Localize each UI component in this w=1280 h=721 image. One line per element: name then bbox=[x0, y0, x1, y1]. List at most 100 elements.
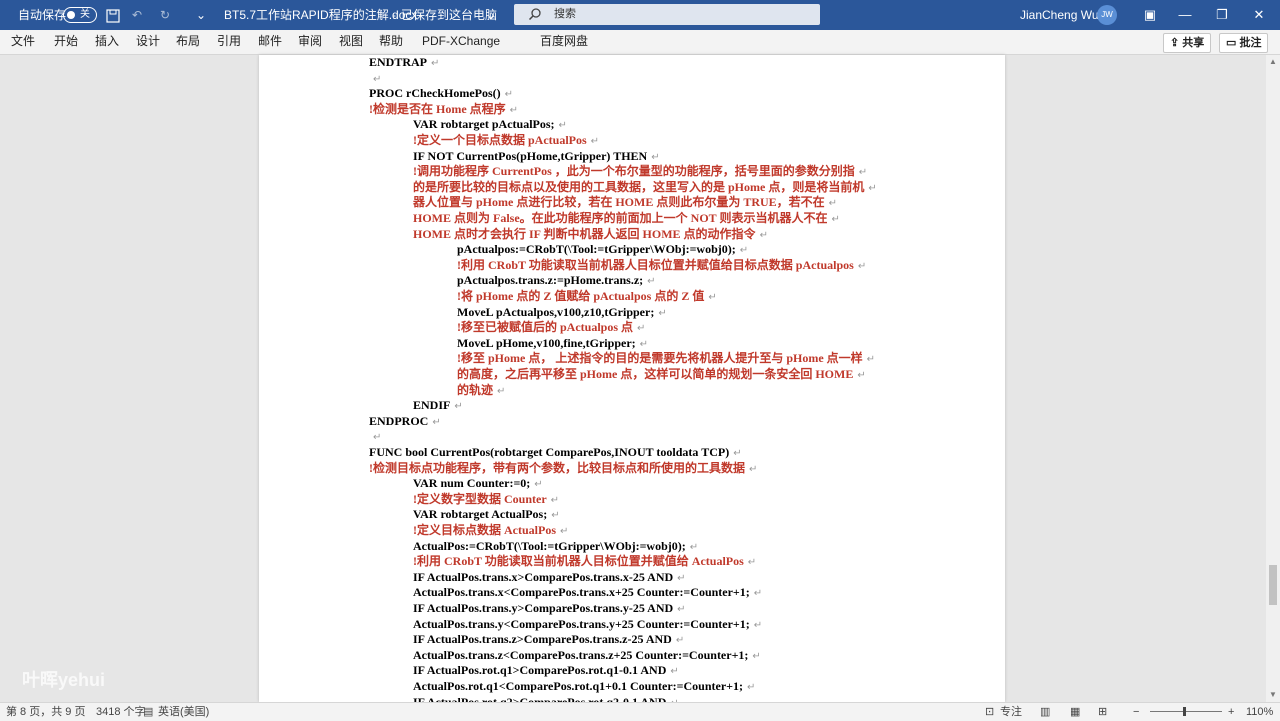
tab-help[interactable]: 帮助 bbox=[379, 30, 403, 52]
zoom-level[interactable]: 110% bbox=[1246, 703, 1273, 721]
tab-file[interactable]: 文件 bbox=[11, 30, 35, 52]
paragraph-mark-icon: ↵ bbox=[677, 572, 686, 584]
ribbon-display-options-icon[interactable]: ▣ bbox=[1135, 0, 1165, 30]
line-text: !利用 CRobT 功能读取当前机器人目标位置并赋值给目标点数据 pActual… bbox=[457, 257, 854, 272]
paragraph-mark-icon: ↵ bbox=[866, 354, 876, 366]
tab-baidu-netdisk[interactable]: 百度网盘 bbox=[540, 30, 588, 52]
comment-line: !利用 CRobT 功能读取当前机器人目标位置并赋值给 ActualPos ↵ bbox=[413, 554, 756, 570]
tab-view[interactable]: 视图 bbox=[339, 30, 363, 52]
customize-toolbar-icon[interactable]: ⌄ bbox=[196, 0, 206, 30]
line-text: PROC rCheckHomePos() bbox=[369, 86, 501, 101]
paragraph-mark-icon: ↵ bbox=[759, 229, 768, 241]
user-name[interactable]: JianCheng Wu bbox=[1020, 0, 1099, 30]
zoom-slider-knob[interactable] bbox=[1183, 707, 1186, 716]
tab-references[interactable]: 引用 bbox=[217, 30, 241, 52]
line-text: VAR robtarget pActualPos; bbox=[413, 117, 555, 132]
document-title: BT5.7工作站RAPID程序的注解.docx bbox=[224, 8, 418, 22]
search-icon bbox=[528, 8, 541, 21]
paragraph-mark-icon: ↵ bbox=[753, 619, 763, 631]
comments-button[interactable]: ▭ 批注 bbox=[1219, 33, 1269, 53]
comment-line: !调用功能程序 CurrentPos ，此为一个布尔量型的功能程序，括号里面的参… bbox=[413, 164, 867, 180]
paragraph-mark-icon: ↵ bbox=[432, 416, 441, 428]
zoom-in-icon[interactable]: + bbox=[1228, 703, 1234, 721]
code-line: ENDPROC ↵ bbox=[369, 414, 441, 430]
focus-icon[interactable]: ⊡ bbox=[985, 703, 994, 721]
code-line: IF ActualPos.trans.z>ComparePos.trans.z-… bbox=[413, 632, 684, 648]
autosave-toggle[interactable]: 关 bbox=[63, 7, 97, 23]
separator-dash: - bbox=[392, 8, 396, 22]
avatar[interactable]: JW bbox=[1097, 5, 1117, 25]
share-button[interactable]: ⇪ 共享 bbox=[1163, 33, 1212, 53]
line-text: ENDIF bbox=[413, 398, 451, 413]
proofing-icon[interactable]: ▤ bbox=[143, 703, 153, 721]
status-bar: 第 8 页，共 9 页 3418 个字 ▤ 英语(美国) ⊡ 专注 ▥ ▦ ⊞ … bbox=[0, 702, 1280, 721]
scroll-up-icon[interactable]: ▲ bbox=[1269, 57, 1277, 66]
line-text: pActualpos.trans.z:=pHome.trans.z; bbox=[457, 273, 644, 288]
line-text: ActualPos.trans.y<ComparePos.trans.y+25 … bbox=[413, 616, 750, 631]
vertical-scrollbar[interactable]: ▲ ▼ bbox=[1266, 55, 1280, 702]
read-mode-icon[interactable]: ▥ bbox=[1040, 703, 1050, 721]
print-layout-icon[interactable]: ▦ bbox=[1070, 703, 1080, 721]
video-watermark: 叶晖yehui bbox=[22, 670, 106, 690]
tab-layout[interactable]: 布局 bbox=[176, 30, 200, 52]
comment-line: 的高度，之后再平移至 pHome 点，这样可以简单的规划一条安全回 HOME ↵ bbox=[457, 367, 866, 383]
line-text: IF ActualPos.rot.q1>ComparePos.rot.q1-0.… bbox=[413, 663, 667, 678]
paragraph-mark-icon: ↵ bbox=[753, 588, 763, 600]
line-text: IF ActualPos.rot.q2>ComparePos.rot.q2-0.… bbox=[413, 694, 667, 702]
line-text: pActualpos:=CRobT(\Tool:=tGripper\WObj:=… bbox=[457, 242, 736, 257]
line-text: MoveL pHome,v100,fine,tGripper; bbox=[457, 335, 636, 350]
page-count[interactable]: 第 8 页，共 9 页 bbox=[6, 703, 85, 721]
zoom-slider[interactable] bbox=[1150, 711, 1222, 712]
redo-icon[interactable]: ↻ bbox=[160, 0, 170, 30]
code-line: IF ActualPos.trans.x>ComparePos.trans.x-… bbox=[413, 570, 686, 586]
paragraph-mark-icon: ↵ bbox=[658, 307, 667, 319]
tab-design[interactable]: 设计 bbox=[136, 30, 160, 52]
document-page[interactable]: ENDTRAP ↵ ↵ PROC rCheckHomePos() ↵ !检测是否在 Hom… bbox=[259, 55, 1005, 702]
scroll-down-icon[interactable]: ▼ bbox=[1269, 690, 1277, 699]
ribbon-tabs: 文件 开始 插入 设计 布局 引用 邮件 审阅 视图 帮助 PDF-XChang… bbox=[0, 30, 1280, 55]
code-line: IF NOT CurrentPos(pHome,tGripper) THEN ↵ bbox=[413, 149, 660, 165]
line-text: HOME 点则为 False。在此功能程序的前面加上一个 NOT 则表示当机器人… bbox=[413, 211, 828, 225]
save-icon[interactable] bbox=[106, 0, 120, 30]
zoom-out-icon[interactable]: − bbox=[1133, 703, 1139, 721]
comment-icon: ▭ bbox=[1226, 37, 1237, 49]
line-text: IF ActualPos.trans.x>ComparePos.trans.x-… bbox=[413, 569, 674, 584]
paragraph-mark-icon: ↵ bbox=[677, 604, 686, 615]
code-line: ActualPos.trans.y<ComparePos.trans.y+25 … bbox=[413, 617, 762, 633]
paragraph-mark-icon: ↵ bbox=[749, 463, 758, 475]
scrollbar-thumb[interactable] bbox=[1269, 565, 1277, 605]
tab-home[interactable]: 开始 bbox=[54, 30, 78, 52]
comment-line: !检测目标点功能程序，带有两个参数，比较目标点和所使用的工具数据 ↵ bbox=[369, 461, 757, 477]
share-label: 共享 bbox=[1182, 37, 1205, 49]
paragraph-mark-icon: ↵ bbox=[534, 479, 543, 491]
save-status-dropdown-icon[interactable]: ⌄ bbox=[486, 0, 496, 30]
undo-icon[interactable]: ↶ bbox=[132, 0, 142, 30]
close-button[interactable]: ✕ bbox=[1244, 0, 1274, 30]
focus-label[interactable]: 专注 bbox=[1000, 703, 1022, 721]
line-text: !调用功能程序 CurrentPos ，此为一个布尔量型的功能程序，括号里面的参… bbox=[413, 164, 855, 179]
toggle-knob bbox=[67, 11, 75, 19]
tab-review[interactable]: 审阅 bbox=[298, 30, 322, 52]
minimize-button[interactable]: — bbox=[1170, 0, 1200, 30]
line-text: ENDPROC bbox=[369, 413, 429, 428]
web-layout-icon[interactable]: ⊞ bbox=[1098, 703, 1107, 721]
tab-mailings[interactable]: 邮件 bbox=[258, 30, 282, 52]
code-line: pActualpos.trans.z:=pHome.trans.z; ↵ bbox=[457, 273, 656, 289]
code-line: VAR robtarget pActualPos; ↵ bbox=[413, 117, 567, 133]
line-text: !定义数字型数据 Counter bbox=[413, 491, 547, 506]
tab-insert[interactable]: 插入 bbox=[95, 30, 119, 52]
comment-line: 器人位置与 pHome 点进行比较，若在 HOME 点则此布尔量为 TRUE，若… bbox=[413, 195, 837, 211]
comment-line: !移至已被赋值后的 pActualpos 点 ↵ bbox=[457, 320, 645, 336]
line-text: 器人位置与 pHome 点进行比较，若在 HOME 点则此布尔量为 TRUE，若… bbox=[413, 195, 825, 210]
search-placeholder: 搜索 bbox=[554, 8, 576, 20]
word-count[interactable]: 3418 个字 bbox=[96, 703, 146, 721]
language-indicator[interactable]: 英语(美国) bbox=[158, 703, 209, 721]
search-box[interactable]: 搜索 bbox=[514, 4, 820, 25]
restore-button[interactable]: ❐ bbox=[1207, 0, 1237, 30]
line-text: !移至已被赋值后的 pActualpos 点 bbox=[457, 320, 634, 335]
tab-pdf-xchange[interactable]: PDF-XChange bbox=[422, 30, 500, 52]
paragraph-mark-icon: ↵ bbox=[560, 526, 569, 537]
title-bar: 自动保存 关 ↶ ↻ ⌄ BT5.7工作站RAPID程序的注解.docx - 已… bbox=[0, 0, 1280, 30]
paragraph-mark-icon: ↵ bbox=[689, 541, 699, 553]
line-text: !将 pHome 点的 Z 值赋给 pActualpos 点的 Z 值 bbox=[457, 289, 705, 303]
